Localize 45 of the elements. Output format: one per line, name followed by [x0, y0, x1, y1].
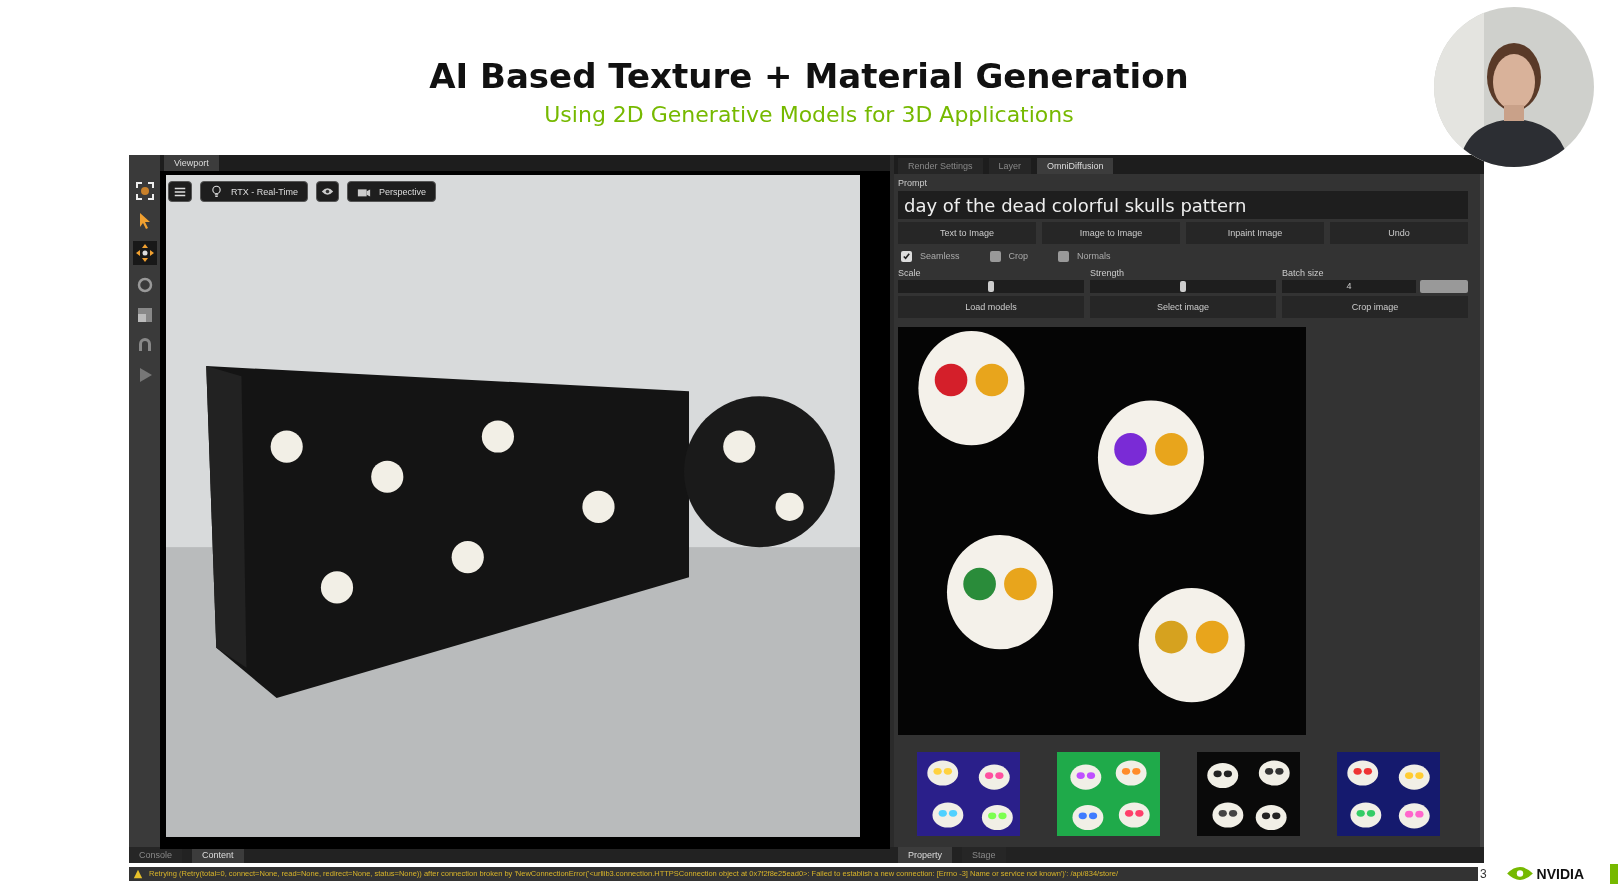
slide-title: AI Based Texture + Material Generation: [429, 56, 1189, 96]
camera-button[interactable]: Perspective: [347, 181, 437, 202]
panel-button[interactable]: Crop image: [1282, 296, 1468, 318]
bottom-tab[interactable]: Console: [129, 847, 183, 863]
move-icon[interactable]: [132, 241, 157, 265]
warning-icon: [133, 868, 143, 879]
slide-subtitle: Using 2D Generative Models for 3D Applications: [544, 102, 1074, 127]
slider-track[interactable]: [1090, 280, 1276, 293]
action-button[interactable]: Inpaint Image: [1186, 222, 1324, 244]
eye-logo-icon: [1506, 866, 1533, 881]
panel-button[interactable]: Load models: [898, 296, 1084, 318]
render-mode-button[interactable]: RTX - Real-Time: [200, 181, 308, 202]
checkbox-label: Normals: [1077, 251, 1111, 261]
accent-bar: [1610, 863, 1618, 884]
bottom-tab[interactable]: Stage: [962, 847, 1006, 863]
action-button[interactable]: Image to Image: [1042, 222, 1180, 244]
frame-icon[interactable]: [134, 181, 155, 201]
checkbox-label: Crop: [1008, 251, 1029, 261]
viewport-tab[interactable]: Viewport: [164, 155, 219, 171]
page-number: 3: [1479, 866, 1487, 881]
batch-size-field[interactable]: 4: [1282, 280, 1416, 293]
checkbox-label: Seamless: [920, 251, 960, 261]
prompt-label: Prompt: [898, 178, 928, 188]
bottom-tab[interactable]: Property: [898, 847, 952, 863]
panel-button[interactable]: Select image: [1090, 296, 1276, 318]
slider-label: Strength: [1090, 268, 1126, 278]
panel-tab[interactable]: Render Settings: [898, 158, 983, 174]
action-button[interactable]: Undo: [1330, 222, 1468, 244]
batch-size-label: Batch size: [1282, 268, 1325, 278]
eye-button[interactable]: [316, 181, 339, 202]
action-button[interactable]: Text to Image: [898, 222, 1036, 244]
settings-button[interactable]: [168, 181, 192, 202]
bulb-icon: [210, 185, 223, 198]
logo-text: NVIDIA: [1536, 865, 1585, 882]
prompt-field[interactable]: day of the dead colorful skulls pattern: [898, 191, 1468, 219]
checkbox[interactable]: [901, 250, 912, 262]
eye-icon: [321, 185, 334, 198]
panel-tab[interactable]: OmniDiffusion: [1037, 158, 1114, 174]
slider-label: Scale: [898, 268, 922, 278]
slider-track[interactable]: [898, 280, 1084, 293]
slider-thumb[interactable]: [1180, 281, 1186, 292]
checkbox[interactable]: [1058, 250, 1070, 262]
panel-tab[interactable]: Layer: [988, 158, 1032, 174]
slider-thumb[interactable]: [988, 281, 994, 292]
checkbox[interactable]: [989, 250, 1001, 262]
